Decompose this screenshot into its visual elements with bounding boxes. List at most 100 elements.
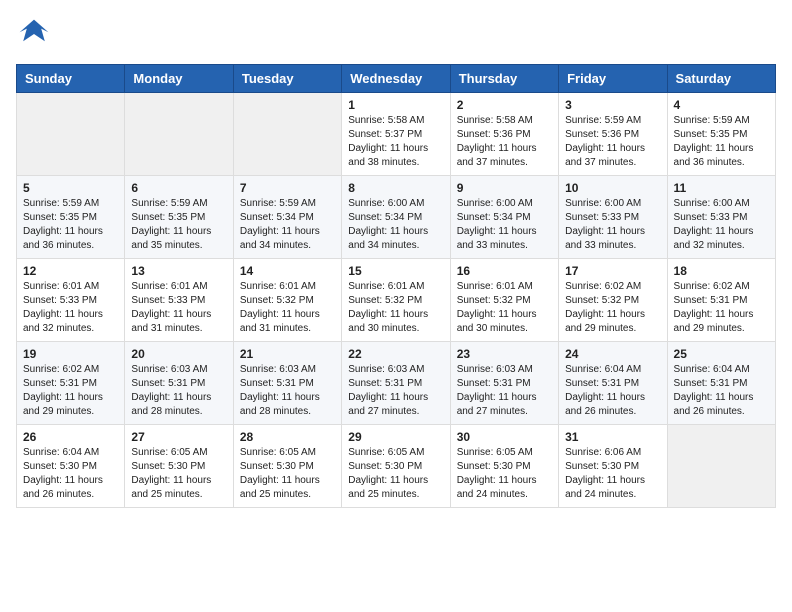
day-info: Sunrise: 6:05 AM Sunset: 5:30 PM Dayligh… [348,446,443,502]
day-info: Sunrise: 6:01 AM Sunset: 5:32 PM Dayligh… [348,280,443,336]
calendar-cell: 24Sunrise: 6:04 AM Sunset: 5:31 PM Dayli… [559,342,667,425]
day-number: 9 [457,181,552,195]
day-info: Sunrise: 6:04 AM Sunset: 5:30 PM Dayligh… [23,446,118,502]
calendar-cell: 21 Sunrise: 6:03 AM Sunset: 5:31 PM Dayli… [233,342,341,425]
day-info: Sunrise: 5:59 AM Sunset: 5:35 PM Dayligh… [131,197,226,253]
week-row-3: 12 Sunrise: 6:01 AM Sunset: 5:33 PM Dayli… [17,259,776,342]
week-row-5: 26 Sunrise: 6:04 AM Sunset: 5:30 PM Dayli… [17,425,776,508]
day-number: 15 [348,264,443,278]
day-number: 13 [131,264,226,278]
calendar-cell: 22 Sunrise: 6:03 AM Sunset: 5:31 PM Dayli… [342,342,450,425]
day-info: Sunrise: 6:02 AM Sunset: 5:32 PM Dayligh… [565,280,660,336]
calendar-cell: 25Sunrise: 6:04 AM Sunset: 5:31 PM Dayli… [667,342,775,425]
day-info: Sunrise: 6:03 AM Sunset: 5:31 PM Dayligh… [131,363,226,419]
day-info: Sunrise: 6:02 AM Sunset: 5:31 PM Dayligh… [23,363,118,419]
day-info: Sunrise: 6:05 AM Sunset: 5:30 PM Dayligh… [240,446,335,502]
calendar-cell: 29 Sunrise: 6:05 AM Sunset: 5:30 PM Dayli… [342,425,450,508]
weekday-header-thursday: Thursday [450,65,558,93]
day-info: Sunrise: 6:03 AM Sunset: 5:31 PM Dayligh… [240,363,335,419]
day-number: 14 [240,264,335,278]
weekday-header-tuesday: Tuesday [233,65,341,93]
calendar-cell: 1 Sunrise: 5:58 AM Sunset: 5:37 PM Daylig… [342,93,450,176]
calendar-cell [233,93,341,176]
day-number: 2 [457,98,552,112]
weekday-header-monday: Monday [125,65,233,93]
day-number: 16 [457,264,552,278]
calendar-cell: 10Sunrise: 6:00 AM Sunset: 5:33 PM Dayli… [559,176,667,259]
logo [16,16,58,52]
day-number: 29 [348,430,443,444]
weekday-header-sunday: Sunday [17,65,125,93]
day-number: 8 [348,181,443,195]
calendar-cell: 13 Sunrise: 6:01 AM Sunset: 5:33 PM Dayli… [125,259,233,342]
day-info: Sunrise: 6:06 AM Sunset: 5:30 PM Dayligh… [565,446,660,502]
calendar-cell: 31 Sunrise: 6:06 AM Sunset: 5:30 PM Dayli… [559,425,667,508]
day-number: 6 [131,181,226,195]
day-number: 1 [348,98,443,112]
day-info: Sunrise: 6:01 AM Sunset: 5:32 PM Dayligh… [457,280,552,336]
day-number: 4 [674,98,769,112]
calendar-cell: 2 Sunrise: 5:58 AM Sunset: 5:36 PM Daylig… [450,93,558,176]
day-number: 31 [565,430,660,444]
day-info: Sunrise: 6:00 AM Sunset: 5:33 PM Dayligh… [565,197,660,253]
day-info: Sunrise: 5:58 AM Sunset: 5:37 PM Dayligh… [348,114,443,170]
day-number: 18 [674,264,769,278]
day-number: 26 [23,430,118,444]
weekday-header-friday: Friday [559,65,667,93]
weekday-header-wednesday: Wednesday [342,65,450,93]
day-info: Sunrise: 6:01 AM Sunset: 5:33 PM Dayligh… [131,280,226,336]
calendar-cell: 6 Sunrise: 5:59 AM Sunset: 5:35 PM Daylig… [125,176,233,259]
day-number: 19 [23,347,118,361]
week-row-1: 1 Sunrise: 5:58 AM Sunset: 5:37 PM Daylig… [17,93,776,176]
calendar-cell: 18 Sunrise: 6:02 AM Sunset: 5:31 PM Dayli… [667,259,775,342]
calendar-cell: 30 Sunrise: 6:05 AM Sunset: 5:30 PM Dayli… [450,425,558,508]
day-number: 21 [240,347,335,361]
day-number: 23 [457,347,552,361]
calendar-cell: 3Sunrise: 5:59 AM Sunset: 5:36 PM Daylig… [559,93,667,176]
weekday-header-saturday: Saturday [667,65,775,93]
day-number: 28 [240,430,335,444]
day-number: 22 [348,347,443,361]
week-row-4: 19 Sunrise: 6:02 AM Sunset: 5:31 PM Dayli… [17,342,776,425]
day-number: 20 [131,347,226,361]
calendar-cell: 20 Sunrise: 6:03 AM Sunset: 5:31 PM Dayli… [125,342,233,425]
page-header [16,16,776,52]
day-number: 5 [23,181,118,195]
day-info: Sunrise: 6:05 AM Sunset: 5:30 PM Dayligh… [457,446,552,502]
calendar-cell: 17 Sunrise: 6:02 AM Sunset: 5:32 PM Dayli… [559,259,667,342]
day-info: Sunrise: 6:00 AM Sunset: 5:33 PM Dayligh… [674,197,769,253]
calendar-cell: 12Sunrise: 6:01 AM Sunset: 5:33 PM Dayli… [17,259,125,342]
day-number: 17 [565,264,660,278]
calendar-cell: 19 Sunrise: 6:02 AM Sunset: 5:31 PM Dayli… [17,342,125,425]
calendar-cell: 14 Sunrise: 6:01 AM Sunset: 5:32 PM Dayli… [233,259,341,342]
day-info: Sunrise: 6:05 AM Sunset: 5:30 PM Dayligh… [131,446,226,502]
week-row-2: 5 Sunrise: 5:59 AM Sunset: 5:35 PM Daylig… [17,176,776,259]
day-number: 7 [240,181,335,195]
day-info: Sunrise: 6:03 AM Sunset: 5:31 PM Dayligh… [348,363,443,419]
calendar-cell [667,425,775,508]
calendar-cell: 7 Sunrise: 5:59 AM Sunset: 5:34 PM Daylig… [233,176,341,259]
calendar-cell: 8Sunrise: 6:00 AM Sunset: 5:34 PM Daylig… [342,176,450,259]
calendar: SundayMondayTuesdayWednesdayThursdayFrid… [16,64,776,508]
day-info: Sunrise: 6:00 AM Sunset: 5:34 PM Dayligh… [457,197,552,253]
day-number: 11 [674,181,769,195]
calendar-cell [17,93,125,176]
calendar-cell: 23 Sunrise: 6:03 AM Sunset: 5:31 PM Dayli… [450,342,558,425]
day-number: 12 [23,264,118,278]
day-info: Sunrise: 6:04 AM Sunset: 5:31 PM Dayligh… [565,363,660,419]
day-info: Sunrise: 6:03 AM Sunset: 5:31 PM Dayligh… [457,363,552,419]
calendar-cell: 11 Sunrise: 6:00 AM Sunset: 5:33 PM Dayli… [667,176,775,259]
day-info: Sunrise: 5:59 AM Sunset: 5:34 PM Dayligh… [240,197,335,253]
day-number: 27 [131,430,226,444]
day-number: 30 [457,430,552,444]
calendar-cell: 5Sunrise: 5:59 AM Sunset: 5:35 PM Daylig… [17,176,125,259]
logo-icon [16,16,52,52]
calendar-cell: 4Sunrise: 5:59 AM Sunset: 5:35 PM Daylig… [667,93,775,176]
day-info: Sunrise: 5:58 AM Sunset: 5:36 PM Dayligh… [457,114,552,170]
calendar-cell: 27 Sunrise: 6:05 AM Sunset: 5:30 PM Dayli… [125,425,233,508]
weekday-header-row: SundayMondayTuesdayWednesdayThursdayFrid… [17,65,776,93]
day-info: Sunrise: 6:01 AM Sunset: 5:32 PM Dayligh… [240,280,335,336]
day-number: 3 [565,98,660,112]
day-number: 25 [674,347,769,361]
day-info: Sunrise: 6:02 AM Sunset: 5:31 PM Dayligh… [674,280,769,336]
